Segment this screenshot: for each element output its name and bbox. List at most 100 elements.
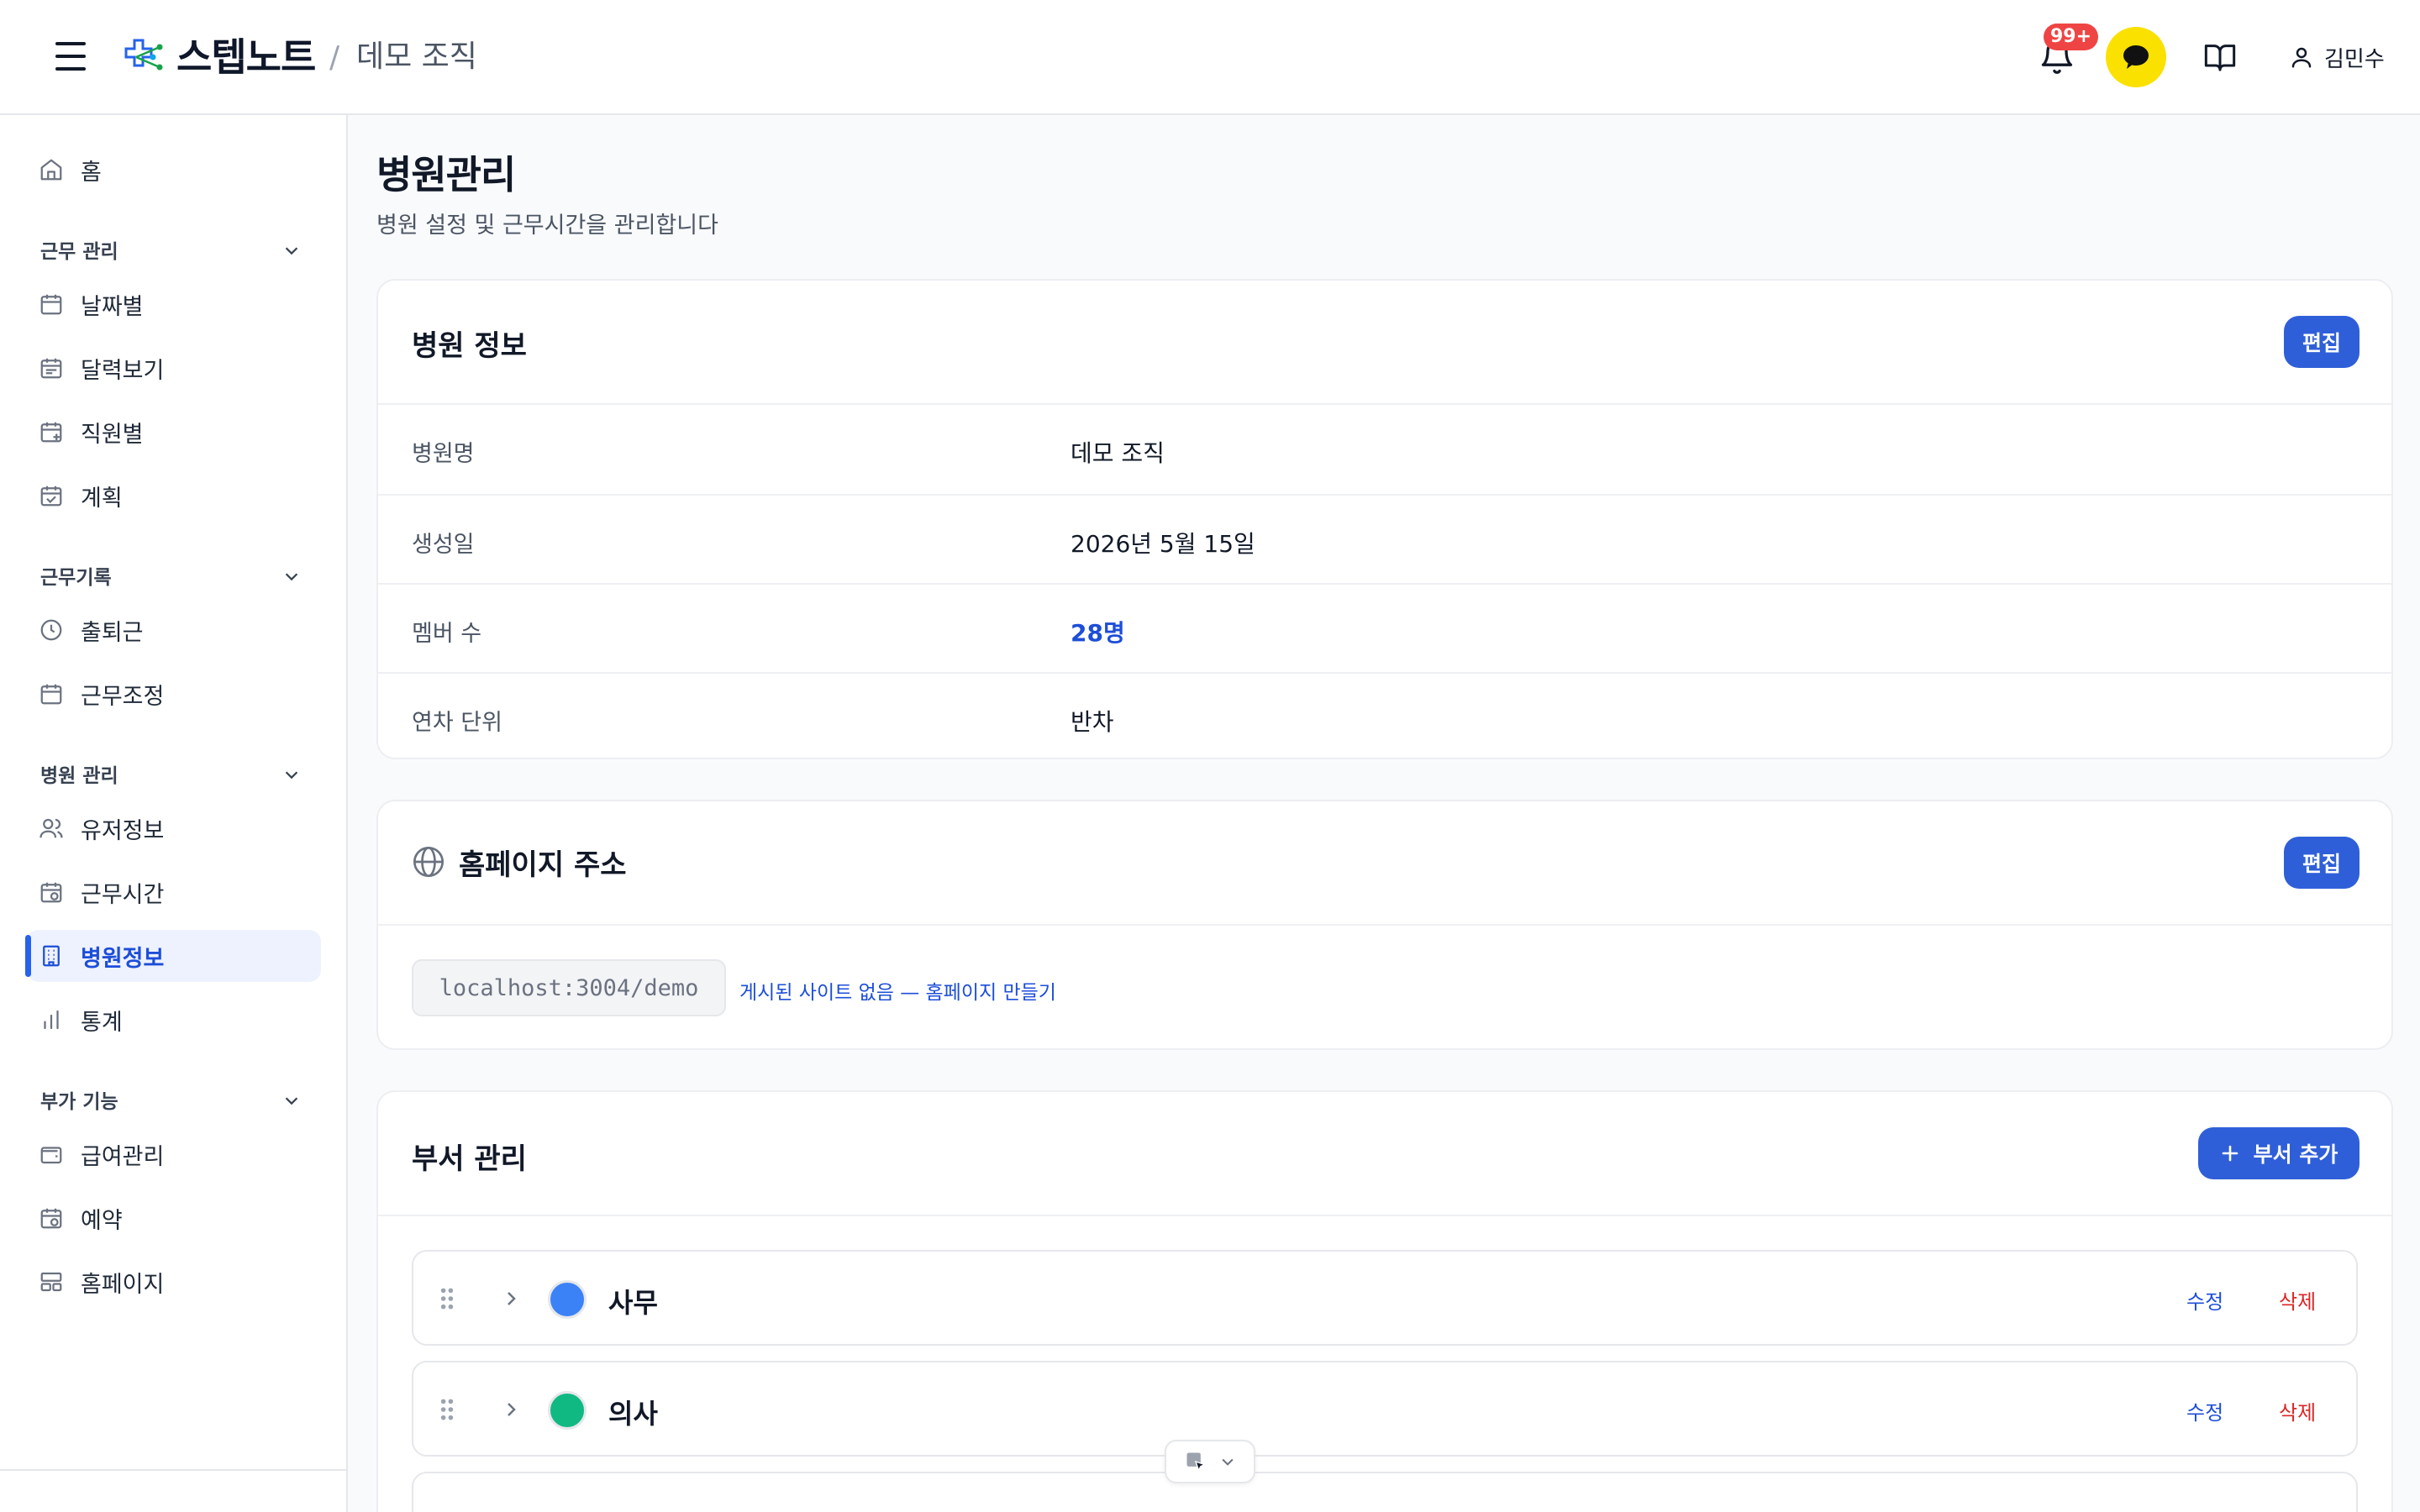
edit-department-button[interactable]: 수정 bbox=[2186, 1285, 2223, 1315]
info-row: 연차 단위 반차 bbox=[378, 674, 2391, 758]
card-title: 홈페이지 주소 bbox=[459, 848, 627, 882]
clock-icon bbox=[40, 619, 62, 641]
page-title: 병원관리 bbox=[376, 152, 516, 197]
edit-homepage-button[interactable]: 편집 bbox=[2284, 837, 2360, 889]
cursor-select-icon bbox=[1186, 1452, 1207, 1473]
sidebar-item-label: 근무시간 bbox=[81, 881, 165, 908]
sidebar-section-label: 병원 관리 bbox=[40, 765, 118, 787]
plus-icon bbox=[2222, 1145, 2238, 1162]
edit-button[interactable]: 편집 bbox=[2284, 316, 2360, 368]
calendar-clock-icon bbox=[40, 1208, 62, 1229]
sidebar-item-by-date[interactable]: 날짜별 bbox=[27, 278, 321, 330]
add-department-label: 부서 추가 bbox=[2253, 1142, 2338, 1167]
sidebar: 홈 근무 관리 날짜별 달력보기 직원별 계획 근무기록 출퇴근 근무조정 병원… bbox=[0, 115, 348, 1512]
user-menu[interactable]: 김민수 bbox=[2289, 37, 2385, 77]
sidebar-item-home[interactable]: 홈 bbox=[27, 144, 321, 196]
home-icon bbox=[40, 159, 62, 181]
delete-department-button[interactable]: 삭제 bbox=[2279, 1285, 2316, 1315]
create-homepage-link[interactable]: 게시된 사이트 없음 — 홈페이지 만들기 bbox=[739, 976, 1056, 1005]
breadcrumb-separator: / bbox=[329, 40, 340, 75]
sidebar-item-label: 예약 bbox=[81, 1207, 123, 1234]
sidebar-item-label: 출퇴근 bbox=[81, 619, 144, 646]
divider bbox=[378, 924, 2391, 926]
breadcrumb-org[interactable]: 데모 조직 bbox=[356, 38, 477, 76]
edit-department-button[interactable]: 수정 bbox=[2186, 1396, 2223, 1425]
info-row: 멤버 수 28명 bbox=[378, 585, 2391, 674]
chevron-right-icon[interactable] bbox=[501, 1289, 521, 1309]
sidebar-item-label: 근무조정 bbox=[81, 683, 165, 710]
info-row: 병원명 데모 조직 bbox=[378, 405, 2391, 494]
sidebar-item-homepage[interactable]: 홈페이지 bbox=[27, 1256, 321, 1308]
department-row[interactable] bbox=[412, 1472, 2358, 1512]
brand-name[interactable]: 스텝노트 bbox=[176, 32, 316, 82]
card-title: 부서 관리 bbox=[412, 1142, 527, 1176]
calendar-clock-icon bbox=[40, 882, 62, 903]
sidebar-item-work-hours[interactable]: 근무시간 bbox=[27, 866, 321, 918]
info-value: 2026년 5월 15일 bbox=[1071, 530, 1255, 558]
building-icon bbox=[43, 945, 60, 967]
hospital-info-card: 병원 정보 편집 병원명 데모 조직 생성일 2026년 5월 15일 멤버 수… bbox=[376, 279, 2393, 759]
info-row: 생성일 2026년 5월 15일 bbox=[378, 496, 2391, 585]
bar-chart-icon bbox=[44, 1010, 59, 1030]
info-key: 병원명 bbox=[412, 441, 475, 467]
homepage-url[interactable]: localhost:3004/demo bbox=[412, 959, 726, 1016]
sidebar-item-label: 날짜별 bbox=[81, 293, 144, 320]
sidebar-item-calendar-view[interactable]: 달력보기 bbox=[27, 342, 321, 394]
member-count-link[interactable]: 28명 bbox=[1071, 615, 1125, 648]
department-color bbox=[548, 1280, 587, 1319]
sidebar-item-label: 직원별 bbox=[81, 421, 144, 448]
department-name: 사무 bbox=[608, 1287, 658, 1319]
globe-icon bbox=[413, 847, 444, 877]
chevron-down-icon bbox=[1222, 1458, 1234, 1466]
homepage-card: 홈페이지 주소 편집 localhost:3004/demo 게시된 사이트 없… bbox=[376, 800, 2393, 1050]
chevron-down-icon bbox=[285, 573, 298, 581]
sidebar-item-attendance[interactable]: 출퇴근 bbox=[27, 604, 321, 656]
calendar-check-icon bbox=[40, 486, 62, 507]
sidebar-item-label: 급여관리 bbox=[81, 1143, 165, 1170]
logo-icon[interactable] bbox=[119, 35, 163, 79]
sidebar-item-statistics[interactable]: 통계 bbox=[27, 994, 321, 1046]
delete-department-button[interactable]: 삭제 bbox=[2279, 1396, 2316, 1425]
department-row[interactable]: 의사 수정 삭제 bbox=[412, 1361, 2358, 1457]
card-title: 병원 정보 bbox=[412, 329, 527, 363]
chevron-down-icon bbox=[285, 247, 298, 255]
info-value: 데모 조직 bbox=[1071, 439, 1165, 467]
page-subtitle: 병원 설정 및 근무시간을 관리합니다 bbox=[376, 213, 718, 239]
kakao-chat-button[interactable] bbox=[2106, 27, 2166, 87]
sidebar-item-plan[interactable]: 계획 bbox=[27, 470, 321, 522]
book-icon[interactable] bbox=[2203, 40, 2237, 74]
floating-toolbar[interactable] bbox=[1165, 1440, 1255, 1483]
users-icon bbox=[39, 818, 63, 838]
calendar-edit-icon bbox=[40, 684, 62, 705]
user-name: 김민수 bbox=[2324, 46, 2385, 72]
sidebar-item-reservation[interactable]: 예약 bbox=[27, 1192, 321, 1244]
notification-badge: 99+ bbox=[2044, 24, 2099, 50]
menu-icon[interactable] bbox=[55, 42, 86, 71]
sidebar-item-label: 통계 bbox=[81, 1009, 123, 1036]
calendar-icon bbox=[40, 358, 62, 379]
sidebar-item-payroll[interactable]: 급여관리 bbox=[27, 1128, 321, 1180]
sidebar-item-by-employee[interactable]: 직원별 bbox=[27, 406, 321, 458]
info-key: 연차 단위 bbox=[412, 710, 502, 736]
sidebar-section-extras[interactable]: 부가 기능 bbox=[40, 1083, 309, 1116]
drag-handle-icon[interactable] bbox=[439, 1287, 455, 1310]
chevron-right-icon[interactable] bbox=[501, 1399, 521, 1420]
divider bbox=[378, 1215, 2391, 1216]
sidebar-item-label: 계획 bbox=[81, 485, 123, 512]
layout-icon bbox=[40, 1272, 62, 1292]
sidebar-section-hospital[interactable]: 병원 관리 bbox=[40, 757, 309, 790]
sidebar-section-work[interactable]: 근무 관리 bbox=[40, 233, 309, 266]
info-key: 멤버 수 bbox=[412, 621, 482, 647]
sidebar-section-records[interactable]: 근무기록 bbox=[40, 559, 309, 592]
top-bar: 스텝노트 / 데모 조직 99+ 김민수 bbox=[0, 0, 2420, 115]
info-key: 생성일 bbox=[412, 532, 475, 558]
sidebar-section-label: 근무 관리 bbox=[40, 241, 118, 263]
department-row[interactable]: 사무 수정 삭제 bbox=[412, 1250, 2358, 1346]
sidebar-item-users[interactable]: 유저정보 bbox=[27, 802, 321, 854]
sidebar-item-hospital-info[interactable]: 병원정보 bbox=[25, 930, 321, 982]
sidebar-divider bbox=[0, 1469, 348, 1471]
drag-handle-icon[interactable] bbox=[439, 1398, 455, 1421]
add-department-button[interactable]: 부서 추가 bbox=[2198, 1127, 2360, 1179]
departments-card: 부서 관리 부서 추가 사무 수정 삭제 의사 수정 삭제 bbox=[376, 1090, 2393, 1512]
sidebar-item-adjustment[interactable]: 근무조정 bbox=[27, 668, 321, 720]
